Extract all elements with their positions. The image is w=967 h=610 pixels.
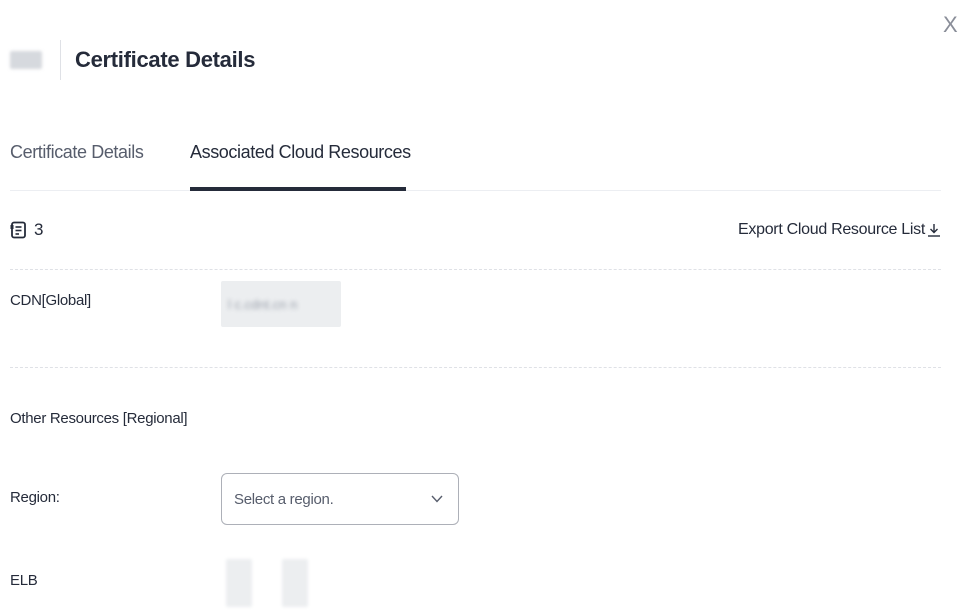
export-cloud-resource-list-link[interactable]: Export Cloud Resource List	[738, 221, 941, 239]
close-button[interactable]: X	[943, 14, 958, 36]
cdn-label: CDN[Global]	[10, 292, 91, 309]
active-tab-indicator	[190, 187, 406, 191]
cdn-domain-value: l c.cdnt.cn n	[228, 296, 298, 312]
region-select-placeholder[interactable]: Select a region.	[234, 491, 334, 508]
resource-count: 3	[10, 220, 43, 240]
elb-resource-chip	[226, 559, 252, 607]
header-divider	[60, 40, 61, 80]
divider	[10, 367, 941, 368]
divider	[10, 269, 941, 270]
certificate-details-panel: X Certificate Details Certificate Detail…	[0, 0, 967, 610]
certificate-tag	[10, 51, 42, 69]
resource-summary-row: 3 Export Cloud Resource List	[10, 216, 941, 244]
export-label[interactable]: Export Cloud Resource List	[738, 221, 925, 239]
elb-resource-chip	[282, 559, 308, 607]
chevron-down-icon[interactable]	[430, 494, 444, 504]
page-title: Certificate Details	[75, 47, 256, 72]
tab-certificate-details[interactable]: Certificate Details	[10, 142, 144, 163]
region-select[interactable]: Select a region.	[221, 473, 459, 525]
document-icon	[10, 221, 26, 239]
panel-header: Certificate Details	[10, 38, 255, 82]
other-resources-label: Other Resources [Regional]	[10, 410, 188, 427]
region-label: Region:	[10, 489, 60, 506]
resource-count-value: 3	[34, 220, 44, 239]
elb-label: ELB	[10, 572, 38, 589]
close-icon[interactable]: X	[943, 12, 958, 37]
tab-associated-cloud-resources[interactable]: Associated Cloud Resources	[190, 142, 411, 163]
download-icon[interactable]	[927, 223, 941, 237]
cdn-domain-chip: l c.cdnt.cn n	[221, 281, 341, 327]
tab-bar: Certificate Details Associated Cloud Res…	[10, 128, 941, 191]
